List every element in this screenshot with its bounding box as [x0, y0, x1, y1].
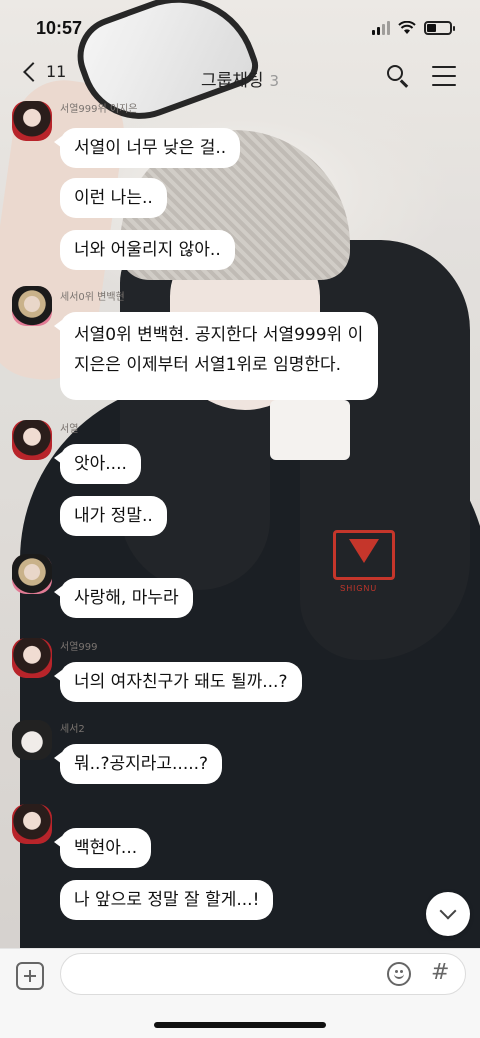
sender-name: 서열 — [60, 424, 79, 435]
message-bubble[interactable]: 사랑해, 마누라 — [54, 578, 193, 618]
sender-name: 세서0위 변백현 — [60, 292, 125, 303]
message-bubble[interactable]: 나 앞으로 정말 잘 할게...! — [60, 880, 274, 920]
message-bubble[interactable]: 서열이 너무 낮은 걸.. — [53, 128, 241, 168]
message-bubble[interactable]: 내가 정말.. — [60, 496, 167, 536]
message-bubble[interactable]: 서열0위 변백현. 공지한다 서열999위 이지은은 이제부터 서열1위로 임명… — [54, 312, 378, 400]
avatar[interactable] — [12, 101, 52, 141]
avatar[interactable] — [12, 720, 52, 760]
status-time: 10:57 — [36, 17, 83, 38]
message-bubble[interactable]: 너와 어울리지 않아.. — [60, 230, 235, 270]
avatar[interactable] — [12, 554, 52, 594]
wifi-icon — [398, 21, 416, 34]
message-bubble[interactable]: 백현아... — [53, 828, 152, 868]
signal-icon — [372, 21, 390, 35]
message-bubble[interactable]: 너의 여자친구가 돼도 될까...? — [54, 662, 302, 702]
message-input[interactable]: # — [60, 953, 466, 995]
chat-title-text: 그룹채팅 — [200, 71, 264, 91]
chevron-down-icon — [439, 902, 457, 920]
sender-name: 서열999위 이지은 — [60, 104, 138, 115]
emoji-icon[interactable] — [387, 962, 411, 986]
message-bubble[interactable]: 뭐..?공지라고.....? — [53, 744, 223, 784]
status-icons — [372, 21, 455, 35]
message-bubble[interactable]: 앗아.... — [54, 444, 141, 484]
attach-plus-button[interactable] — [16, 962, 44, 990]
message-list[interactable]: 서열999위 이지은 서열이 너무 낮은 걸.. 이런 나는.. 너와 어울리지… — [0, 98, 480, 948]
home-indicator — [154, 1022, 326, 1028]
avatar[interactable] — [12, 804, 52, 844]
sender-name: 세서2 — [60, 724, 85, 735]
message-bubble[interactable]: 이런 나는.. — [60, 178, 167, 218]
member-count: 3 — [269, 72, 280, 90]
battery-icon — [424, 21, 455, 35]
avatar[interactable] — [12, 638, 52, 678]
status-bar: 10:57 — [0, 0, 480, 56]
scroll-to-bottom-button[interactable] — [426, 892, 470, 936]
chat-header: 11 그룹채팅 3 — [0, 56, 480, 98]
menu-icon[interactable] — [432, 66, 456, 86]
hashtag-button[interactable]: # — [431, 960, 449, 985]
search-icon[interactable] — [386, 64, 410, 88]
avatar[interactable] — [12, 286, 52, 326]
sender-name: 서열999 — [60, 642, 98, 653]
avatar[interactable] — [12, 420, 52, 460]
